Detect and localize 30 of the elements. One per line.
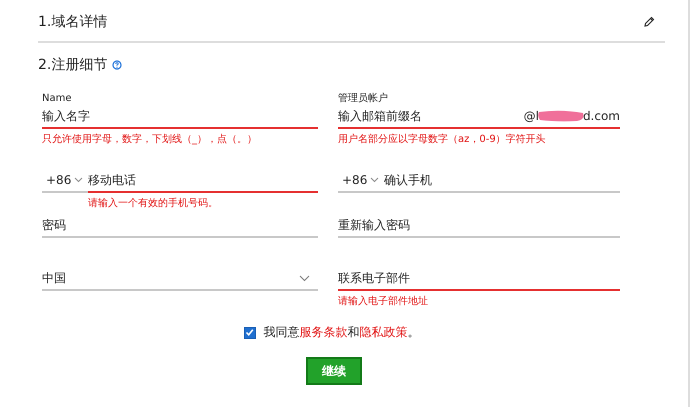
terms-link[interactable]: 隐私政策: [360, 325, 408, 339]
input-field[interactable]: 联系电子部件: [338, 267, 620, 291]
edit-icon[interactable]: [643, 16, 655, 28]
redaction-mark: [536, 110, 585, 122]
field-label: Name: [42, 93, 73, 105]
agreement-text: 我同意服务条款和隐私政策。: [264, 324, 420, 341]
error-message: 请输入电子部件地址: [338, 294, 429, 308]
country-dropdown[interactable]: 中国: [42, 267, 318, 291]
country-code-dropdown[interactable]: +86: [42, 169, 88, 193]
chevron-down-icon: [74, 177, 84, 183]
terms-link[interactable]: 服务条款: [300, 325, 348, 339]
chevron-down-icon: [299, 274, 310, 282]
country-code-dropdown[interactable]: +86: [338, 169, 384, 193]
email-domain: @l: [524, 109, 539, 123]
email-domain: d.com: [582, 109, 620, 123]
input-field[interactable]: 输入邮箱前缀名 @l d.com: [338, 105, 620, 129]
chevron-down-icon: [370, 177, 380, 183]
error-message: 请输入一个有效的手机号码。: [88, 196, 219, 210]
section-title: 1.域名详情: [38, 12, 108, 30]
input-field[interactable]: 确认手机: [384, 169, 620, 193]
help-icon[interactable]: [112, 60, 122, 70]
section-title: 2.注册细节: [38, 56, 108, 74]
input-field[interactable]: 重新输入密码: [338, 214, 620, 238]
field-label: 管理员帐户: [338, 93, 389, 105]
input-field[interactable]: 密码: [42, 214, 318, 238]
input-field[interactable]: 移动电话: [88, 169, 318, 193]
checkbox[interactable]: [244, 326, 256, 338]
input-field[interactable]: 输入名字: [42, 105, 318, 129]
error-message: 用户名部分应以字母数字（az，0-9）字符开头: [338, 132, 547, 146]
error-message: 只允许使用字母，数字，下划线（_），点（。）: [42, 132, 258, 146]
